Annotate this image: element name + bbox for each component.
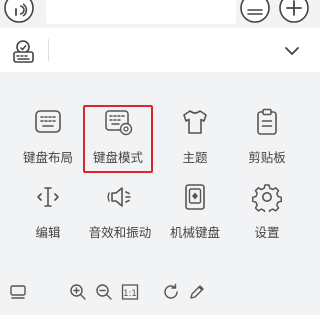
gear-icon bbox=[251, 182, 283, 216]
sound-vibration-icon bbox=[105, 182, 135, 216]
top-input-strip bbox=[0, 0, 320, 28]
keyboard-toolbar bbox=[0, 30, 320, 72]
toolbar-divider bbox=[48, 39, 49, 61]
zoom-in-icon[interactable] bbox=[69, 283, 87, 305]
refresh-icon[interactable] bbox=[162, 283, 180, 305]
menu-item-label: 设置 bbox=[254, 225, 280, 240]
tshirt-icon bbox=[180, 107, 210, 141]
add-icon[interactable] bbox=[278, 0, 310, 28]
menu-item-label: 主题 bbox=[182, 150, 208, 165]
menu-item-mechanical-keyboard[interactable]: 机械键盘 bbox=[155, 182, 235, 248]
actual-size-label: 1:1 bbox=[123, 289, 137, 299]
menu-item-label: 编辑 bbox=[35, 225, 61, 240]
pencil-icon[interactable] bbox=[188, 283, 206, 305]
clipboard-icon bbox=[252, 107, 282, 141]
menu-item-keyboard-layout[interactable]: 键盘布局 bbox=[8, 107, 88, 173]
keyboard-layout-icon bbox=[33, 107, 63, 141]
mechanical-keyboard-icon bbox=[180, 182, 210, 216]
menu-item-label: 机械键盘 bbox=[169, 225, 220, 240]
menu-item-edit[interactable]: 编辑 bbox=[8, 182, 88, 248]
text-cursor-icon bbox=[33, 182, 63, 216]
text-input-area[interactable] bbox=[46, 0, 236, 24]
menu-item-theme[interactable]: 主题 bbox=[155, 107, 235, 173]
menu-item-label: 音效和振动 bbox=[88, 225, 152, 240]
emoji-icon[interactable] bbox=[239, 0, 271, 28]
microphone-icon[interactable] bbox=[3, 0, 35, 28]
keyboard-logo-icon[interactable] bbox=[12, 40, 38, 68]
actual-size-icon[interactable]: 1:1 bbox=[121, 283, 139, 305]
menu-item-label: 键盘布局 bbox=[22, 150, 73, 165]
menu-item-sound-vibration[interactable]: 音效和振动 bbox=[80, 182, 160, 248]
menu-item-settings[interactable]: 设置 bbox=[227, 182, 307, 248]
menu-item-label: 剪贴板 bbox=[248, 150, 286, 165]
menu-item-clipboard[interactable]: 剪贴板 bbox=[227, 107, 307, 173]
highlight-box bbox=[83, 105, 153, 173]
keyboard-hide-icon[interactable] bbox=[9, 283, 27, 305]
zoom-out-icon[interactable] bbox=[95, 283, 113, 305]
chevron-down-icon[interactable] bbox=[283, 43, 301, 63]
